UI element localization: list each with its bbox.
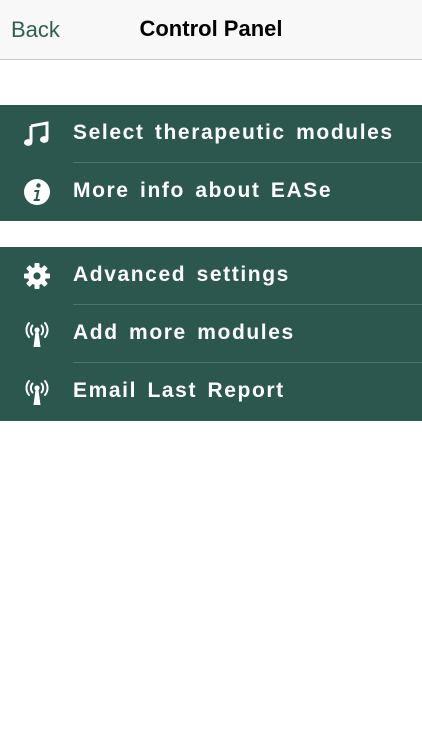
menu-item-label: More info about EASe — [73, 179, 333, 202]
menu-item-label: Select therapeutic modules — [73, 121, 394, 144]
menu-item-select-modules[interactable]: Select therapeutic modules — [0, 105, 422, 163]
music-note-icon — [23, 120, 51, 148]
menu-item-email-report[interactable]: Email Last Report — [0, 363, 422, 421]
antenna-icon — [23, 320, 51, 348]
menu-item-advanced-settings[interactable]: Advanced settings — [0, 247, 422, 305]
menu-group-secondary: Advanced settings Add more modules Email… — [0, 247, 422, 421]
menu-item-label: Advanced settings — [73, 263, 290, 286]
menu-item-label: Add more modules — [73, 321, 295, 344]
menu-item-label: Email Last Report — [73, 379, 285, 402]
info-icon — [23, 178, 51, 206]
menu-group-primary: Select therapeutic modules More info abo… — [0, 105, 422, 221]
menu-item-more-info[interactable]: More info about EASe — [0, 163, 422, 221]
menu-item-add-modules[interactable]: Add more modules — [0, 305, 422, 363]
navigation-bar: Back Control Panel — [0, 0, 422, 60]
antenna-icon — [23, 378, 51, 406]
gear-icon — [23, 262, 51, 290]
page-title: Control Panel — [139, 16, 283, 41]
